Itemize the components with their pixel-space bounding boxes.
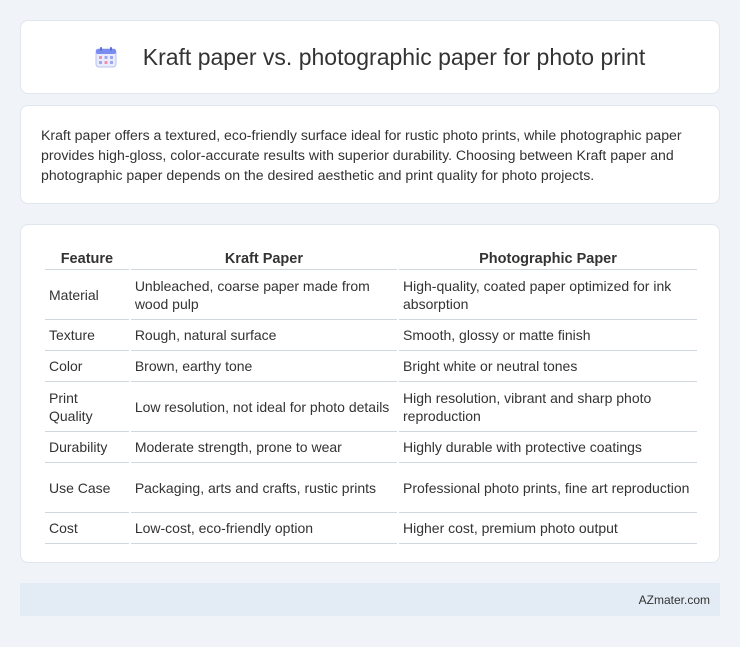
title-card: Kraft paper vs. photographic paper for p… xyxy=(20,20,720,94)
row-kraft-value: Moderate strength, prone to wear xyxy=(130,432,398,463)
footer-brand-link[interactable]: AZmater.com xyxy=(639,593,710,607)
table-header-row: Feature Kraft Paper Photographic Paper xyxy=(45,245,697,270)
row-photo-value: Highly durable with protective coatings xyxy=(399,432,697,463)
row-photo-value: Bright white or neutral tones xyxy=(399,351,697,382)
header-photographic-paper: Photographic Paper xyxy=(399,245,697,270)
row-feature: Color xyxy=(45,351,129,382)
calendar-icon xyxy=(95,46,117,68)
table-row: Texture Rough, natural surface Smooth, g… xyxy=(45,320,697,351)
row-photo-value: High-quality, coated paper optimized for… xyxy=(399,270,697,320)
table-row: Cost Low-cost, eco-friendly option Highe… xyxy=(45,513,697,544)
page-title: Kraft paper vs. photographic paper for p… xyxy=(142,43,646,70)
header-feature: Feature xyxy=(45,245,129,270)
row-kraft-value: Low-cost, eco-friendly option xyxy=(130,513,398,544)
table-row: Color Brown, earthy tone Bright white or… xyxy=(45,351,697,382)
table-row: Use Case Packaging, arts and crafts, rus… xyxy=(45,463,697,513)
row-photo-value: Higher cost, premium photo output xyxy=(399,513,697,544)
comparison-table: Feature Kraft Paper Photographic Paper M… xyxy=(43,245,699,544)
row-feature: Cost xyxy=(45,513,129,544)
row-feature: Use Case xyxy=(45,463,129,513)
row-photo-value: Smooth, glossy or matte finish xyxy=(399,320,697,351)
row-kraft-value: Brown, earthy tone xyxy=(130,351,398,382)
row-photo-value: High resolution, vibrant and sharp photo… xyxy=(399,382,697,432)
intro-card: Kraft paper offers a textured, eco-frien… xyxy=(20,105,720,204)
row-feature: Material xyxy=(45,270,129,320)
row-feature: Texture xyxy=(45,320,129,351)
table-row: Material Unbleached, coarse paper made f… xyxy=(45,270,697,320)
comparison-card: Feature Kraft Paper Photographic Paper M… xyxy=(20,224,720,563)
table-row: Print Quality Low resolution, not ideal … xyxy=(45,382,697,432)
row-feature: Durability xyxy=(45,432,129,463)
header-kraft-paper: Kraft Paper xyxy=(130,245,398,270)
row-kraft-value: Rough, natural surface xyxy=(130,320,398,351)
row-kraft-value: Low resolution, not ideal for photo deta… xyxy=(130,382,398,432)
row-kraft-value: Packaging, arts and crafts, rustic print… xyxy=(130,463,398,513)
row-feature: Print Quality xyxy=(45,382,129,432)
table-row: Durability Moderate strength, prone to w… xyxy=(45,432,697,463)
row-photo-value: Professional photo prints, fine art repr… xyxy=(399,463,697,513)
footer-bar: AZmater.com xyxy=(20,583,720,616)
intro-paragraph: Kraft paper offers a textured, eco-frien… xyxy=(41,127,682,183)
row-kraft-value: Unbleached, coarse paper made from wood … xyxy=(130,270,398,320)
